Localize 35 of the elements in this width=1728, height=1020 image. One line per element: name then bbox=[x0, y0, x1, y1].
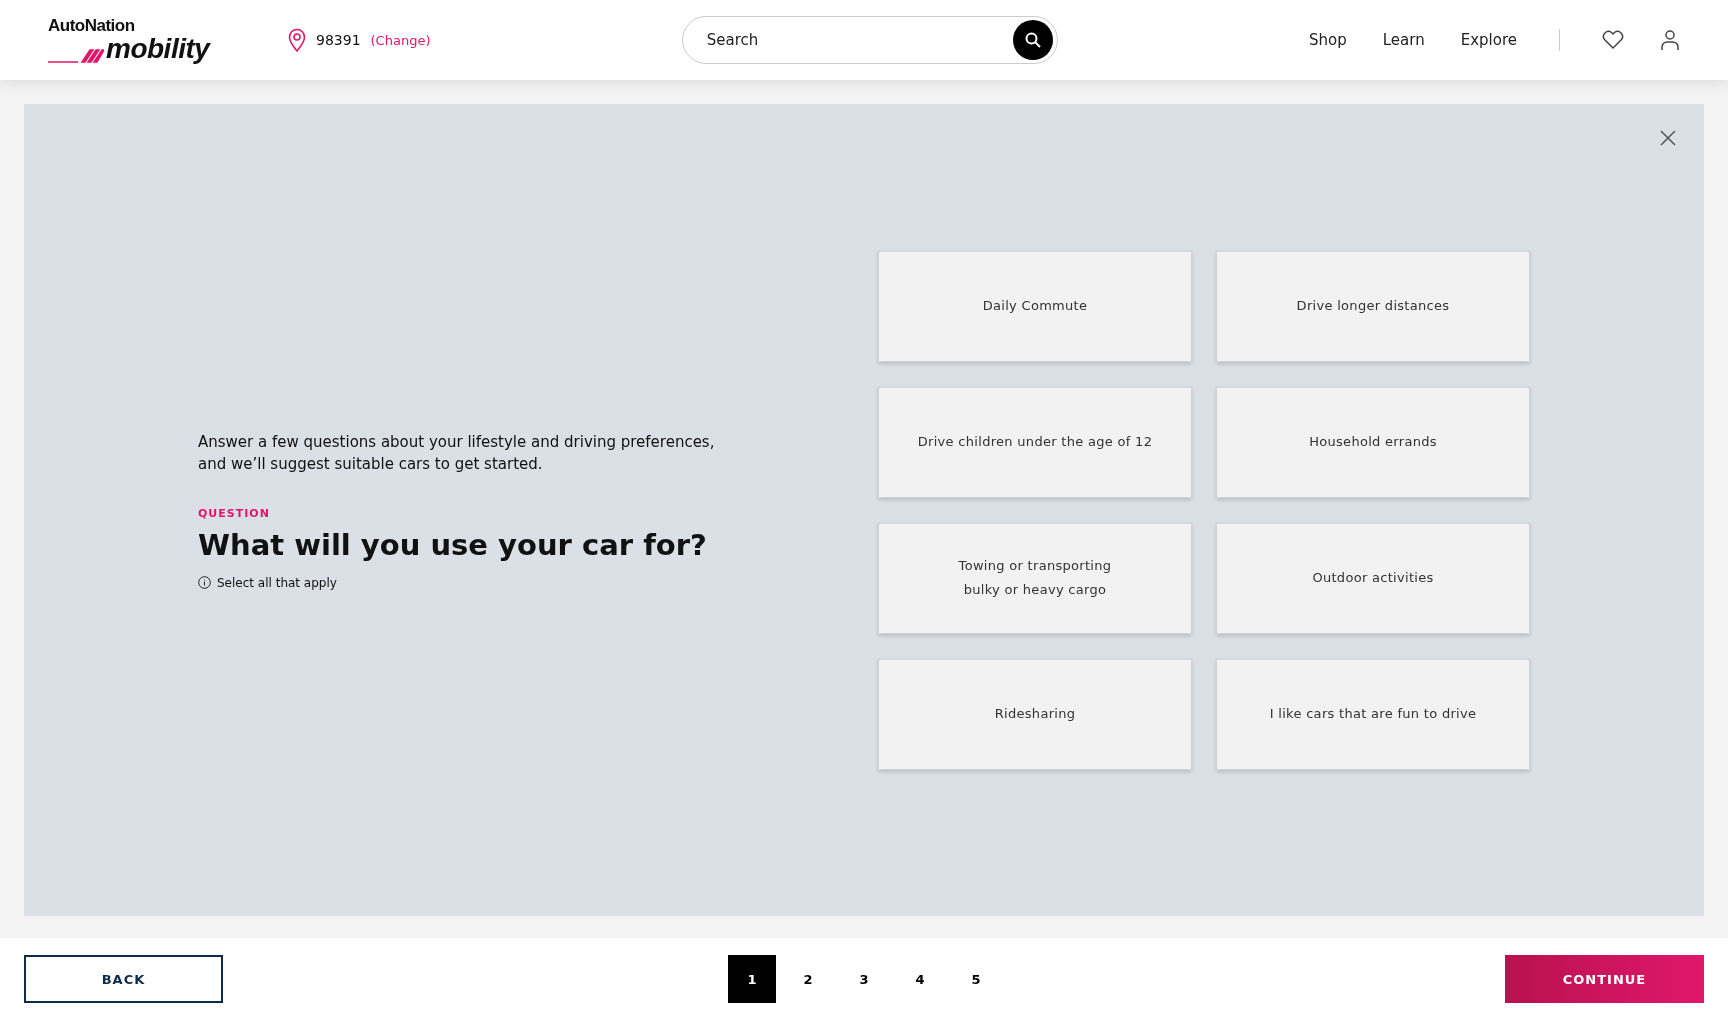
option-card[interactable]: Outdoor activities bbox=[1216, 522, 1530, 634]
question-title: What will you use your car for? bbox=[198, 527, 708, 562]
question-label: QUESTION bbox=[198, 506, 271, 520]
option-card[interactable]: Drive children under the age of 12 bbox=[878, 386, 1192, 498]
page-button[interactable]: 4 bbox=[896, 955, 944, 1003]
option-card[interactable]: I like cars that are fun to drive bbox=[1216, 658, 1530, 770]
option-card[interactable]: Drive longer distances bbox=[1216, 250, 1530, 362]
nav-link[interactable]: Learn bbox=[1382, 31, 1425, 49]
option-card[interactable]: Towing or transporting bulky or heavy cargo bbox=[878, 522, 1192, 634]
change-link[interactable]: (Change) bbox=[370, 32, 431, 48]
info-icon bbox=[198, 576, 211, 589]
option-card[interactable]: Ridesharing bbox=[878, 658, 1192, 770]
close-icon bbox=[1660, 130, 1676, 146]
logo-wordmark: AutoNation bbox=[48, 17, 136, 35]
location-pin-icon bbox=[288, 28, 306, 52]
page-button[interactable]: 2 bbox=[784, 955, 832, 1003]
intro-text: Answer a few questions about your lifestyle and driving preferences, and we’ll suggest suitable cars to get started. bbox=[198, 431, 716, 475]
search-field[interactable]: Search bbox=[704, 30, 1013, 50]
page-button[interactable]: 5 bbox=[952, 955, 1000, 1003]
search-icon bbox=[1024, 32, 1041, 48]
page-button[interactable]: 1 bbox=[728, 955, 776, 1003]
user-icon[interactable] bbox=[1660, 29, 1680, 51]
hint-text: Select all that apply bbox=[217, 575, 337, 590]
continue-button[interactable]: CONTINUE bbox=[1505, 955, 1704, 1003]
logo-wordmark: mobility bbox=[106, 35, 210, 63]
heart-icon[interactable] bbox=[1602, 30, 1624, 50]
zip-code: 98391 bbox=[316, 32, 361, 48]
option-card[interactable]: Daily Commute bbox=[878, 250, 1192, 362]
page-button[interactable]: 3 bbox=[840, 955, 888, 1003]
stripes-icon bbox=[48, 49, 104, 63]
option-card[interactable]: Household errands bbox=[1216, 386, 1530, 498]
nav-link[interactable]: Shop bbox=[1309, 31, 1347, 49]
back-button[interactable]: BACK bbox=[24, 955, 223, 1003]
search-button[interactable] bbox=[1012, 20, 1053, 60]
nav-link[interactable]: Explore bbox=[1460, 31, 1517, 49]
